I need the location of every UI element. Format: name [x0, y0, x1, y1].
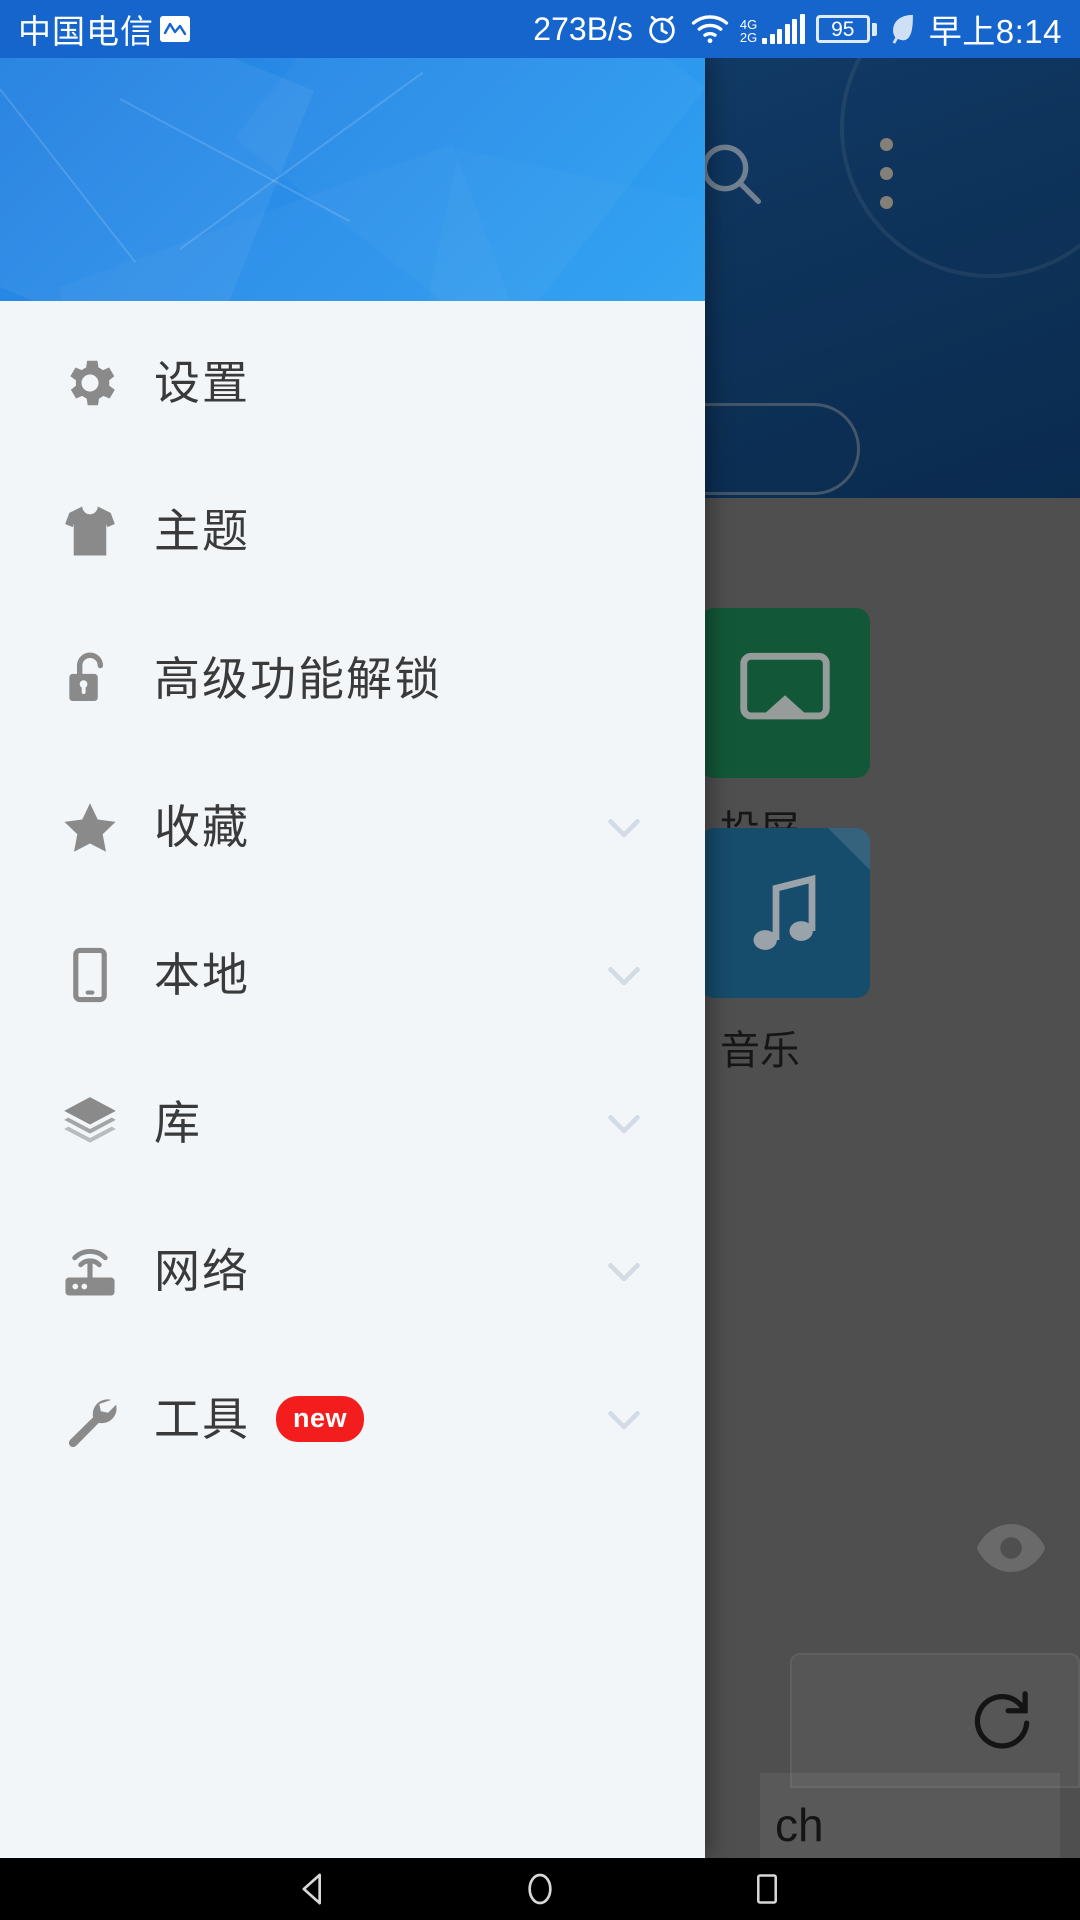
- menu-item-label: 高级功能解锁: [154, 653, 442, 705]
- menu-item-label: 主题: [154, 505, 250, 557]
- menu-item-library[interactable]: 库: [0, 1049, 705, 1197]
- signal-bars-icon: 4G 2G: [740, 14, 805, 44]
- back-triangle-icon[interactable]: [263, 1858, 363, 1920]
- menu-item-network[interactable]: 网络: [0, 1197, 705, 1345]
- status-bar-right: 273B/s 4G 2G 95 早上8:14: [533, 5, 1062, 53]
- unlock-icon: [48, 648, 132, 710]
- carrier-label: 中国电信: [18, 13, 154, 50]
- chevron-down-icon[interactable]: [597, 1392, 665, 1446]
- tshirt-icon: [48, 500, 132, 562]
- menu-item-local[interactable]: 本地: [0, 901, 705, 1049]
- chevron-down-icon[interactable]: [597, 1244, 665, 1298]
- menu-item-favorites[interactable]: 收藏: [0, 753, 705, 901]
- star-icon: [48, 796, 132, 858]
- menu-item-tools[interactable]: 工具 new: [0, 1345, 705, 1493]
- leaf-powersave-icon: [888, 12, 918, 46]
- chevron-down-icon[interactable]: [597, 800, 665, 854]
- signal-label-bottom: 2G: [739, 30, 758, 45]
- phone-icon: [48, 944, 132, 1006]
- signal-bar-group: [762, 14, 805, 44]
- router-wifi-icon: [48, 1240, 132, 1302]
- chevron-down-icon[interactable]: [597, 1096, 665, 1150]
- menu-item-label: 工具: [154, 1393, 250, 1445]
- battery-icon: 95: [815, 15, 877, 43]
- wifi-icon: [691, 13, 729, 45]
- recents-square-icon[interactable]: [717, 1858, 817, 1920]
- layers-icon: [48, 1092, 132, 1154]
- home-circle-icon[interactable]: [490, 1858, 590, 1920]
- menu-item-settings[interactable]: 设置: [0, 309, 705, 457]
- menu-item-label: 网络: [154, 1245, 250, 1297]
- drawer-header: [0, 58, 705, 301]
- signal-network-labels: 4G 2G: [740, 18, 757, 44]
- navigation-drawer: 设置 主题 高级功能解锁 收藏 本地 库 网络 工具 new: [0, 58, 705, 1858]
- menu-item-theme[interactable]: 主题: [0, 457, 705, 605]
- menu-item-premium-unlock[interactable]: 高级功能解锁: [0, 605, 705, 753]
- system-navigation-bar: [0, 1858, 1080, 1920]
- menu-item-label: 库: [154, 1097, 202, 1149]
- clock-label: 早上8:14: [928, 13, 1062, 50]
- phone-screen: 析器 文件 投屏 音乐: [0, 0, 1080, 1920]
- status-bar-left: 中国电信: [18, 5, 190, 53]
- drawer-scrim[interactable]: [705, 58, 1080, 1858]
- battery-cap: [871, 22, 877, 36]
- network-speed-label: 273B/s: [533, 10, 633, 47]
- menu-item-label: 本地: [154, 949, 250, 1001]
- status-badge: new: [276, 1396, 365, 1442]
- menu-item-label: 收藏: [154, 801, 250, 853]
- battery-level-label: 95: [815, 15, 870, 43]
- status-bar: 中国电信 273B/s 4G 2G 95 早上8:14: [0, 0, 1080, 58]
- menu-item-label: 设置: [154, 357, 250, 409]
- alarm-clock-icon: [644, 11, 680, 47]
- network-monitor-icon: [160, 16, 190, 42]
- drawer-menu-list: 设置 主题 高级功能解锁 收藏 本地 库 网络 工具 new: [0, 301, 705, 1858]
- gear-icon: [48, 352, 132, 414]
- wrench-icon: [48, 1388, 132, 1450]
- chevron-down-icon[interactable]: [597, 948, 665, 1002]
